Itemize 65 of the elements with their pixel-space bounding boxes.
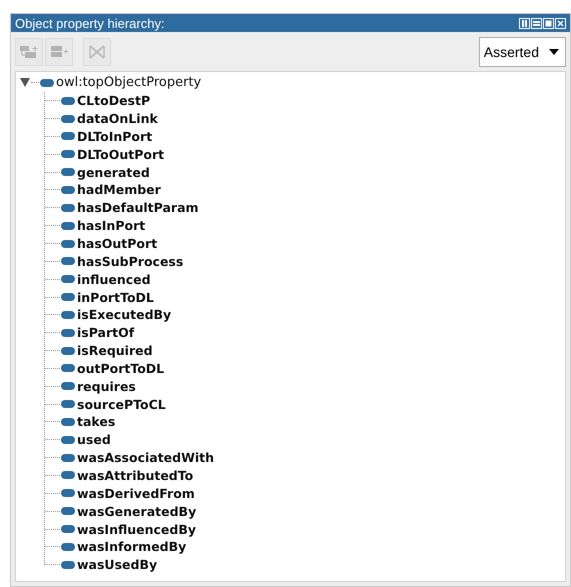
property-icon — [61, 275, 75, 284]
tree-item[interactable]: DLToOutPort — [77, 146, 164, 162]
property-icon — [61, 382, 75, 390]
tree-item[interactable]: wasInformedBy — [77, 539, 186, 554]
split-icon[interactable] — [519, 18, 530, 28]
property-icon — [61, 525, 75, 534]
tree-item[interactable]: wasAttributedTo — [77, 468, 194, 483]
property-icon — [61, 186, 75, 194]
property-icon — [40, 78, 54, 87]
property-icon — [61, 436, 75, 444]
tree-item[interactable]: wasDerivedFrom — [77, 486, 195, 501]
tree-item[interactable]: generated — [77, 164, 150, 180]
tree-item[interactable]: hadMember — [77, 182, 161, 198]
tree-item[interactable]: CLtoDestP — [77, 93, 150, 108]
tree-item[interactable]: used — [77, 432, 111, 448]
tree-item[interactable]: dataOnLink — [77, 111, 158, 126]
tree-item[interactable]: isRequired — [77, 343, 153, 358]
tree-item[interactable]: wasInfluencedBy — [77, 522, 196, 537]
property-icon — [61, 328, 75, 337]
property-icon — [61, 346, 75, 355]
expanded-triangle-icon[interactable] — [20, 78, 30, 88]
tree-item[interactable]: requires — [77, 378, 136, 394]
panel-title: Object property hierarchy: — [15, 16, 166, 30]
tree-item[interactable]: hasDefaultParam — [77, 200, 199, 216]
tree-item[interactable]: wasAssociatedWith — [77, 450, 214, 466]
property-icon — [61, 454, 75, 462]
property-icon — [61, 114, 75, 123]
property-icon — [61, 257, 75, 266]
tree-item[interactable]: isPartOf — [77, 325, 134, 340]
tree-item[interactable]: isExecutedBy — [77, 307, 172, 322]
tree-item[interactable]: wasGeneratedBy — [77, 504, 196, 519]
tree-item[interactable]: hasInPort — [77, 218, 146, 234]
property-icon — [61, 240, 75, 248]
caret-icon — [549, 49, 559, 55]
maximize-icon[interactable] — [543, 18, 554, 28]
tree-item[interactable]: DLToInPort — [77, 128, 152, 144]
tree-item[interactable]: owl:topObjectProperty — [56, 75, 202, 90]
tree-item[interactable]: hasSubProcess — [77, 254, 184, 269]
tree-item[interactable]: outPortToDL — [77, 360, 164, 376]
close-icon[interactable] — [555, 18, 566, 28]
property-icon — [61, 150, 75, 158]
tree-item[interactable]: takes — [77, 414, 116, 430]
property-icon — [61, 222, 75, 230]
property-icon — [61, 542, 75, 551]
tree-item[interactable]: influenced — [77, 272, 151, 287]
property-icon — [61, 310, 75, 319]
property-icon — [61, 204, 75, 212]
property-icon — [61, 96, 75, 105]
property-icon — [61, 507, 75, 516]
minimize-icon[interactable] — [531, 18, 542, 28]
property-icon — [61, 364, 75, 372]
property-icon — [61, 400, 75, 408]
tree-item[interactable]: inPortToDL — [77, 290, 154, 305]
tree-item[interactable]: wasUsedBy — [77, 557, 158, 572]
tree-item[interactable]: sourcePToCL — [77, 396, 166, 412]
property-icon — [61, 560, 75, 569]
property-icon — [61, 132, 75, 140]
property-icon — [61, 418, 75, 426]
tree-item[interactable]: hasOutPort — [77, 236, 158, 252]
property-icon — [61, 471, 75, 480]
property-icon — [61, 293, 75, 302]
property-icon — [61, 489, 75, 498]
view-dropdown[interactable]: Asserted — [478, 37, 566, 67]
add-subproperty-icon — [18, 43, 40, 61]
property-icon — [61, 168, 75, 176]
